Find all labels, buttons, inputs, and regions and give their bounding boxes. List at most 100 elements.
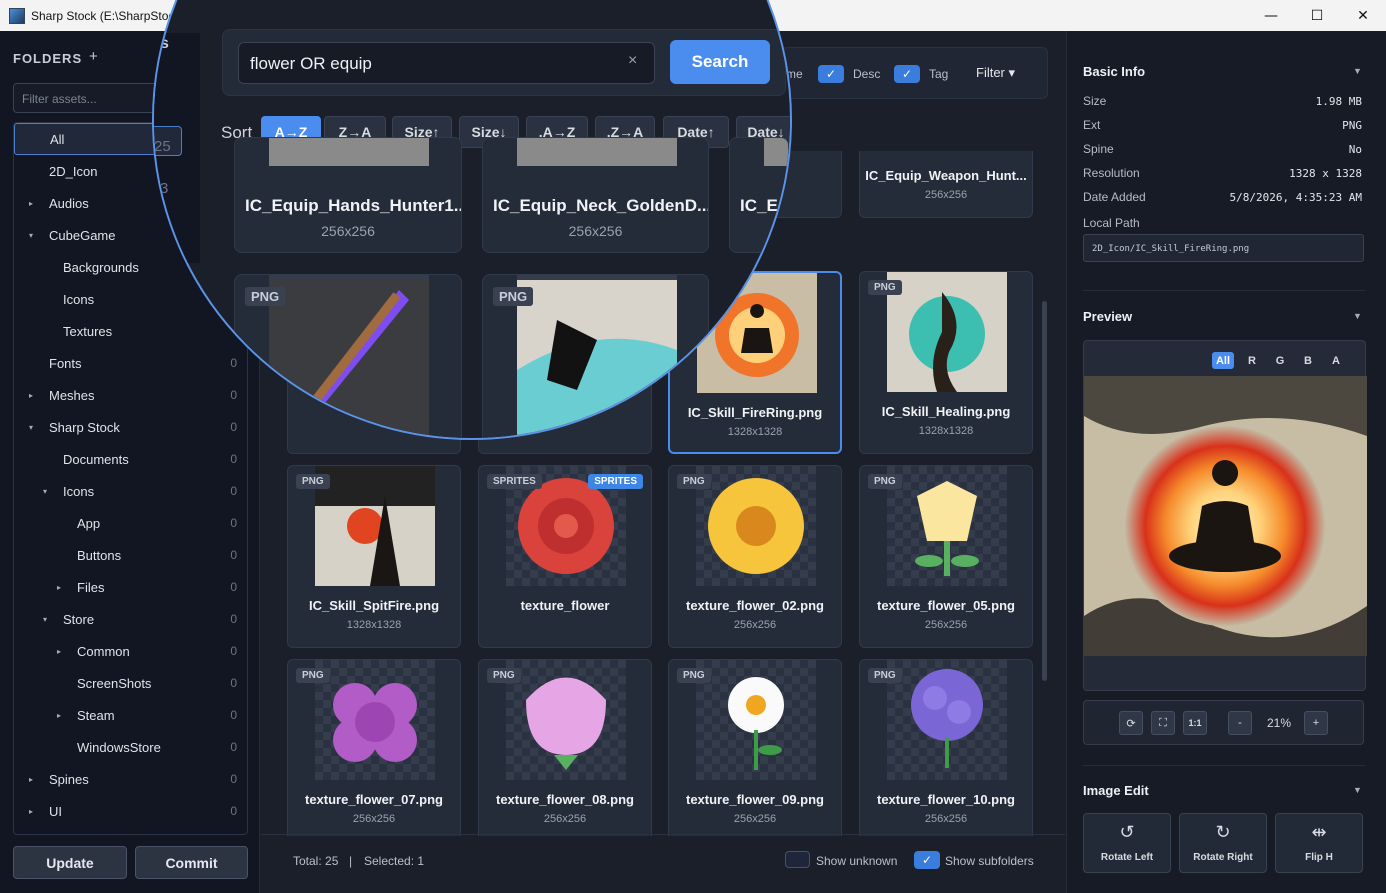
- folder-item-app[interactable]: App 0: [14, 507, 247, 539]
- asset-card[interactable]: PNG texture_flower_08.png 256x256: [478, 659, 652, 836]
- folder-count: 0: [230, 708, 237, 722]
- status-bar: Total: 25 | Selected: 1 Show unknown ✓ S…: [261, 834, 1065, 893]
- asset-card[interactable]: PNG IC_Skill_SpitFire.png 1328x1328: [287, 465, 461, 648]
- expand-arrow-icon[interactable]: ▸: [29, 199, 33, 208]
- expand-arrow-icon[interactable]: ▾: [29, 231, 33, 240]
- asset-name: IC_Skill_Healing.png: [881, 404, 1011, 419]
- asset-card[interactable]: PNG texture_flower_07.png 256x256: [287, 659, 461, 836]
- show-subfolders-checkbox[interactable]: ✓: [914, 851, 940, 869]
- folder-count: 0: [230, 484, 237, 498]
- rotate-left-label: Rotate Left: [1100, 852, 1154, 863]
- folder-count: 0: [230, 516, 237, 530]
- folder-item-steam[interactable]: ▸ Steam 0: [14, 699, 247, 731]
- flip-h-button[interactable]: ⇹ Flip H: [1275, 813, 1363, 873]
- channel-all-button[interactable]: All: [1212, 352, 1234, 369]
- folder-count: 0: [230, 772, 237, 786]
- format-badge: PNG: [296, 474, 330, 489]
- channel-b-button[interactable]: B: [1297, 352, 1319, 369]
- update-button[interactable]: Update: [13, 846, 127, 879]
- folder-label: Store: [63, 611, 95, 627]
- asset-dimensions: 1328x1328: [346, 619, 402, 631]
- zoom-in-button[interactable]: +: [1304, 711, 1328, 735]
- channel-g-button[interactable]: G: [1269, 352, 1291, 369]
- folder-count: 0: [230, 452, 237, 466]
- add-folder-button[interactable]: +: [89, 48, 98, 65]
- commit-button[interactable]: Commit: [135, 846, 248, 879]
- expand-arrow-icon[interactable]: ▸: [29, 807, 33, 816]
- folder-item-buttons[interactable]: Buttons 0: [14, 539, 247, 571]
- expand-arrow-icon[interactable]: ▸: [57, 583, 61, 592]
- asset-card[interactable]: PNG texture_flower_09.png 256x256: [668, 659, 842, 836]
- asset-card[interactable]: PNG IC_Skill_Healing.png 1328x1328: [859, 271, 1033, 454]
- basic-info-collapse-icon[interactable]: ▼: [1353, 66, 1362, 76]
- folder-item-documents[interactable]: Documents 0: [14, 443, 247, 475]
- grid-scrollbar[interactable]: [1042, 301, 1047, 681]
- folder-label: Documents: [63, 451, 129, 467]
- asset-card[interactable]: PNG texture_flower_02.png 256x256: [668, 465, 842, 648]
- one-to-one-button[interactable]: 1:1: [1183, 711, 1207, 735]
- rotate-right-button[interactable]: ↻ Rotate Right: [1179, 813, 1267, 873]
- flip-h-label: Flip H: [1305, 852, 1333, 863]
- folder-item-ui[interactable]: ▸ UI 0: [14, 795, 247, 827]
- filter-dropdown[interactable]: Filter ▾: [976, 65, 1015, 81]
- expand-arrow-icon[interactable]: ▾: [43, 487, 47, 496]
- expand-arrow-icon[interactable]: ▸: [29, 775, 33, 784]
- window-title: Sharp Stock (E:\SharpStoc: [31, 8, 175, 23]
- asset-thumbnail: [517, 138, 677, 166]
- asset-dimensions: 256x256: [568, 223, 623, 239]
- asset-card[interactable]: PNG texture_flower_10.png 256x256: [859, 659, 1033, 836]
- expand-arrow-icon[interactable]: ▸: [57, 647, 61, 656]
- image-edit-collapse-icon[interactable]: ▼: [1353, 785, 1362, 795]
- expand-arrow-icon[interactable]: ▸: [29, 391, 33, 400]
- show-unknown-label: Show unknown: [816, 854, 898, 868]
- maximize-button[interactable]: ☐: [1294, 0, 1340, 31]
- folder-item-screenshots[interactable]: ScreenShots 0: [14, 667, 247, 699]
- asset-card-magnified[interactable]: PNG: [234, 274, 462, 438]
- preview-collapse-icon[interactable]: ▼: [1353, 311, 1362, 321]
- app-icon: [9, 7, 25, 24]
- asset-card[interactable]: IC_Equip_Weapon_Hunt... 256x256: [859, 151, 1033, 218]
- asset-name: IC_Skill_SpitFire.png: [308, 598, 440, 613]
- folder-label: Icons: [63, 291, 95, 307]
- info-value: PNG: [1342, 119, 1362, 132]
- expand-arrow-icon[interactable]: ▾: [29, 423, 33, 432]
- asset-card-magnified[interactable]: IC_Equip_Hands_Hunter1... 256x256: [234, 137, 462, 253]
- folder-label: Audios: [49, 195, 89, 211]
- folder-item-store[interactable]: ▾ Store 0: [14, 603, 247, 635]
- asset-card-magnified[interactable]: IC_Eq: [729, 137, 789, 253]
- folder-item-files[interactable]: ▸ Files 0: [14, 571, 247, 603]
- asset-dimensions: 256x256: [733, 619, 777, 631]
- show-unknown-checkbox[interactable]: [785, 851, 810, 868]
- format-badge: PNG: [245, 287, 286, 306]
- asset-card[interactable]: SPRITES SPRITES texture_flower: [478, 465, 652, 648]
- fit-icon[interactable]: ⛶: [1151, 711, 1175, 735]
- minimize-button[interactable]: —: [1248, 0, 1294, 31]
- expand-arrow-icon[interactable]: ▾: [43, 615, 47, 624]
- local-path-field[interactable]: 2D_Icon/IC_Skill_FireRing.png: [1083, 234, 1364, 262]
- status-separator: |: [349, 854, 353, 868]
- folder-item-windowsstore[interactable]: WindowsStore 0: [14, 731, 247, 763]
- asset-thumbnail: [269, 138, 429, 166]
- channel-a-button[interactable]: A: [1325, 352, 1347, 369]
- info-key: Size: [1083, 94, 1107, 108]
- reset-icon[interactable]: ⟳: [1119, 711, 1143, 735]
- search-button[interactable]: Search: [670, 40, 770, 84]
- expand-arrow-icon[interactable]: ▸: [57, 711, 61, 720]
- search-input[interactable]: flower OR equip: [238, 42, 655, 84]
- channel-r-button[interactable]: R: [1241, 352, 1263, 369]
- tag-checkbox[interactable]: ✓: [894, 65, 920, 83]
- asset-card-magnified[interactable]: PNG: [482, 274, 709, 438]
- desc-checkbox[interactable]: ✓: [818, 65, 844, 83]
- format-badge: PNG: [868, 668, 902, 683]
- folder-label: Common: [77, 643, 130, 659]
- asset-thumbnail: [506, 660, 626, 780]
- close-button[interactable]: ✕: [1340, 0, 1386, 31]
- folder-item-icons[interactable]: ▾ Icons 0: [14, 475, 247, 507]
- clear-search-icon[interactable]: ×: [628, 52, 637, 70]
- zoom-out-button[interactable]: -: [1228, 711, 1252, 735]
- folder-item-spines[interactable]: ▸ Spines 0: [14, 763, 247, 795]
- asset-card-magnified[interactable]: IC_Equip_Neck_GoldenD... 256x256: [482, 137, 709, 253]
- folder-item-common[interactable]: ▸ Common 0: [14, 635, 247, 667]
- asset-card[interactable]: PNG texture_flower_05.png 256x256: [859, 465, 1033, 648]
- rotate-left-button[interactable]: ↺ Rotate Left: [1083, 813, 1171, 873]
